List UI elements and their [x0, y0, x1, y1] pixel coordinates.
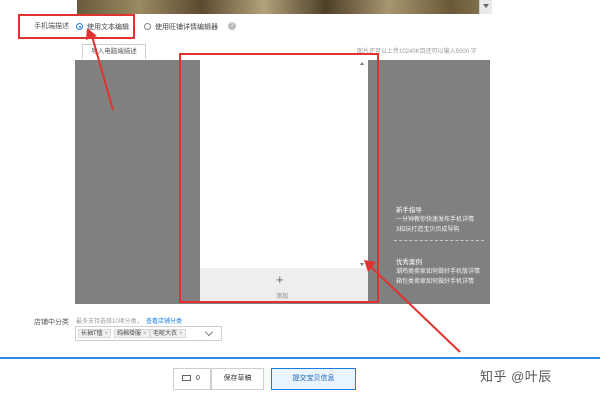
- annotation-arrowhead-radio: [86, 28, 97, 40]
- message-count: 0: [196, 375, 200, 382]
- shop-category-hint: 最多支持选择10项分类，: [76, 319, 143, 325]
- annotation-arrow-radio: [91, 35, 114, 111]
- category-tag[interactable]: 毛呢大衣 ×: [150, 329, 186, 338]
- message-button[interactable]: 0: [173, 368, 211, 390]
- category-tag[interactable]: 长袖T恤 ×: [78, 329, 112, 338]
- category-tag-label: 毛呢大衣: [153, 331, 178, 337]
- save-draft-button[interactable]: 保存草稿: [211, 368, 264, 390]
- category-tag-label: 长袖T恤: [81, 331, 103, 337]
- submit-item-button[interactable]: 提交宝贝信息: [271, 368, 356, 390]
- envelope-icon: [182, 375, 191, 381]
- remove-icon[interactable]: ×: [105, 331, 109, 337]
- category-tag-label: 纯棉褂服: [117, 331, 142, 337]
- view-shop-category-link[interactable]: 查看店铺分类: [146, 316, 182, 325]
- zhihu-watermark: 知乎 @叶辰: [480, 369, 552, 384]
- remove-icon[interactable]: ×: [179, 331, 183, 337]
- category-tag[interactable]: 纯棉褂服 ×: [114, 329, 150, 338]
- shop-category-label: 店铺中分类: [34, 319, 69, 326]
- annotation-arrow-canvas: [369, 265, 461, 353]
- footer-divider: [0, 357, 600, 359]
- remove-icon[interactable]: ×: [143, 331, 147, 337]
